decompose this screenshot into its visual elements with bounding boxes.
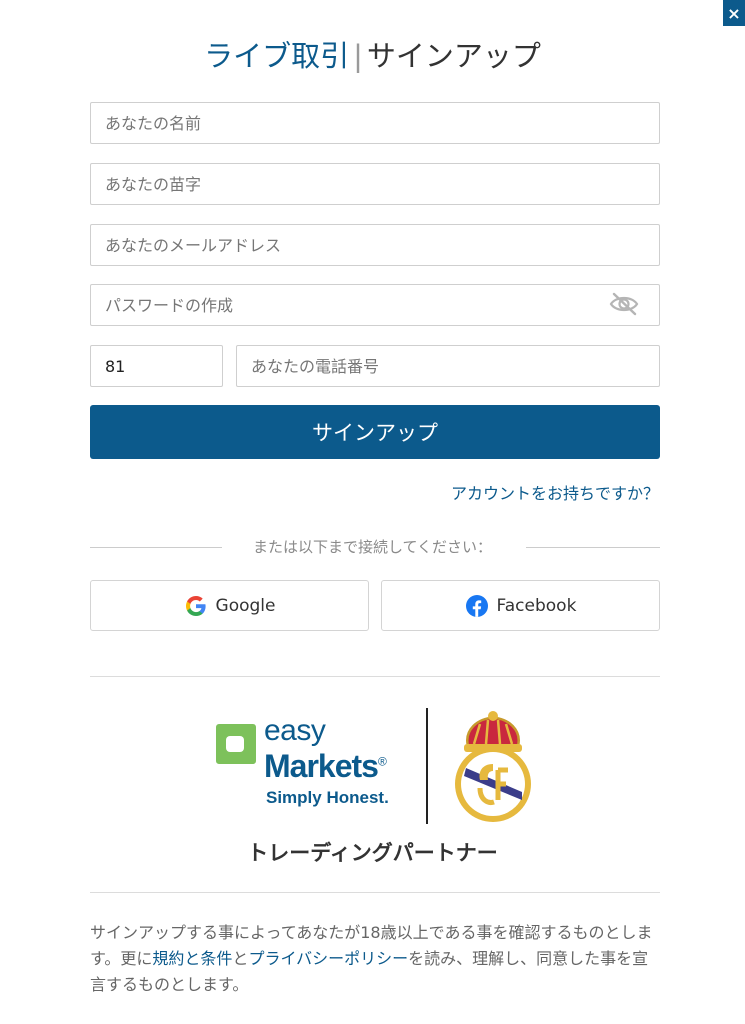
google-label: Google: [215, 595, 276, 616]
easymarkets-logo-icon: [216, 724, 256, 764]
title-live-trading: ライブ取引: [204, 39, 350, 73]
facebook-icon: [465, 594, 488, 617]
page-title: ライブ取引 | サインアップ: [0, 36, 745, 76]
title-signup: サインアップ: [366, 39, 541, 73]
terms-link[interactable]: 規約と条件: [152, 949, 232, 968]
social-divider-text: または以下まで接続してください：: [252, 538, 493, 556]
email-input[interactable]: [90, 224, 660, 266]
legal-text: サインアップする事によってあなたが18歳以上である事を確認するものとします。更に…: [90, 923, 653, 994]
country-code-input[interactable]: [90, 345, 223, 387]
logo-separator: [426, 708, 428, 824]
close-icon[interactable]: ×: [727, 4, 740, 23]
eye-slash-icon[interactable]: [608, 292, 640, 316]
section-divider-bottom: [90, 892, 660, 893]
password-input[interactable]: [90, 284, 660, 326]
real-madrid-crest-icon: [455, 711, 531, 822]
logo-markets-text: Markets®: [264, 748, 387, 784]
divider-right: [526, 547, 660, 548]
easymarkets-logo: easy Markets® Simply Honest.: [216, 714, 406, 814]
google-icon: [185, 595, 206, 616]
section-divider-top: [90, 676, 660, 677]
phone-input[interactable]: [236, 345, 660, 387]
google-button[interactable]: Google: [90, 580, 369, 631]
logo-tagline: Simply Honest.: [266, 788, 389, 807]
partner-text: トレーディングパートナー: [247, 841, 498, 865]
divider-left: [90, 547, 222, 548]
close-button[interactable]: ×: [723, 0, 745, 26]
first-name-input[interactable]: [90, 102, 660, 144]
logo-easy-text: easy: [264, 714, 326, 747]
last-name-input[interactable]: [90, 163, 660, 205]
privacy-link[interactable]: プライバシーポリシー: [248, 949, 408, 968]
login-link[interactable]: アカウントをお持ちですか？: [451, 480, 659, 504]
title-separator: |: [353, 39, 363, 73]
facebook-button[interactable]: Facebook: [381, 580, 660, 631]
signup-button[interactable]: サインアップ: [90, 405, 660, 459]
facebook-label: Facebook: [496, 595, 577, 616]
